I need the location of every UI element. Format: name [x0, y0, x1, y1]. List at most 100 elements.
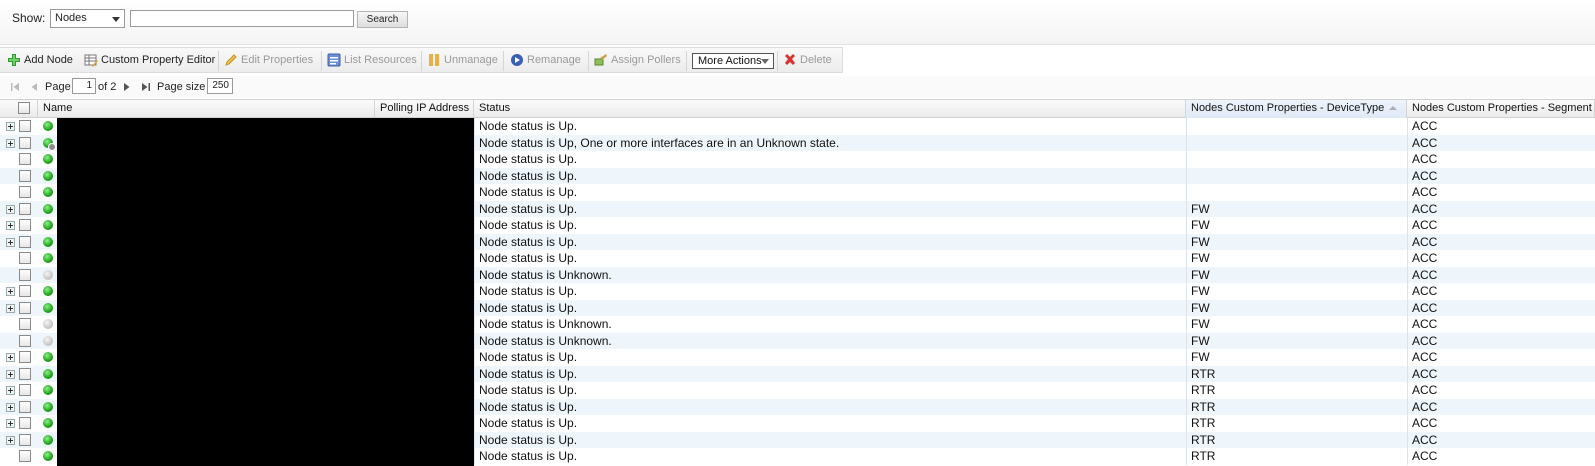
delete-button[interactable]: Delete — [783, 48, 841, 74]
row-checkbox[interactable] — [19, 301, 31, 314]
column-divider — [1186, 167, 1187, 184]
node-status-icon — [43, 368, 53, 379]
expand-row-icon[interactable] — [6, 353, 15, 362]
add-node-label: Add Node — [24, 54, 73, 66]
search-button[interactable]: Search — [357, 11, 408, 28]
row-checkbox[interactable] — [19, 169, 31, 182]
segment-cell: ACC — [1412, 416, 1438, 430]
row-checkbox[interactable] — [19, 285, 31, 297]
column-header-device-type-label: Nodes Custom Properties - DeviceType — [1191, 102, 1385, 114]
row-checkbox[interactable] — [19, 367, 31, 380]
show-type-select[interactable]: Nodes — [50, 9, 125, 28]
prev-page-icon[interactable] — [29, 82, 39, 92]
node-status-icon — [43, 121, 53, 131]
row-checkbox[interactable] — [19, 153, 31, 165]
column-divider — [474, 332, 475, 349]
expand-row-icon[interactable] — [6, 303, 15, 313]
more-actions-dropdown[interactable]: More Actions — [692, 53, 774, 69]
next-page-icon[interactable] — [122, 82, 132, 92]
row-checkbox[interactable] — [19, 186, 31, 198]
node-status-icon — [43, 154, 53, 164]
column-header-polling-ip[interactable]: Polling IP Address — [375, 100, 474, 118]
column-divider — [474, 118, 475, 135]
row-checkbox[interactable] — [19, 318, 31, 330]
column-divider — [1407, 233, 1408, 250]
search-input[interactable] — [130, 10, 354, 27]
column-divider — [1186, 217, 1187, 234]
expand-row-icon[interactable] — [6, 138, 15, 148]
column-divider — [1407, 299, 1408, 316]
row-checkbox[interactable] — [19, 120, 31, 132]
expand-row-icon[interactable] — [6, 435, 15, 445]
expand-row-icon[interactable] — [6, 237, 15, 247]
column-divider — [1407, 266, 1408, 283]
list-resources-button[interactable]: List Resources — [327, 48, 417, 74]
add-node-button[interactable]: Add Node — [7, 48, 73, 74]
column-divider — [1186, 250, 1187, 267]
row-checkbox[interactable] — [19, 136, 31, 149]
unmanage-button[interactable]: Unmanage — [427, 48, 499, 74]
unmanage-label: Unmanage — [444, 54, 498, 66]
status-cell: Node status is Up. — [479, 119, 578, 133]
row-checkbox[interactable] — [19, 417, 31, 429]
node-status-icon — [43, 401, 53, 412]
column-divider — [474, 299, 475, 316]
row-checkbox[interactable] — [19, 219, 31, 231]
expand-row-icon[interactable] — [6, 402, 15, 412]
last-page-icon[interactable] — [141, 82, 151, 92]
row-checkbox[interactable] — [19, 235, 31, 248]
segment-cell: ACC — [1412, 449, 1438, 463]
segment-cell: ACC — [1412, 201, 1438, 216]
column-divider — [1407, 398, 1408, 415]
expand-row-icon[interactable] — [6, 287, 15, 296]
column-header-device-type[interactable]: Nodes Custom Properties - DeviceType — [1186, 100, 1407, 118]
column-header-status[interactable]: Status — [474, 100, 1186, 118]
status-cell: Node status is Up. — [479, 383, 578, 397]
row-checkbox[interactable] — [19, 252, 31, 264]
expand-row-icon[interactable] — [6, 369, 15, 379]
remanage-button[interactable]: Remanage — [510, 48, 590, 74]
column-divider — [1407, 448, 1408, 465]
page-count-label: of 2 — [98, 81, 117, 93]
column-divider — [474, 415, 475, 432]
row-checkbox[interactable] — [19, 433, 31, 446]
column-header-segment[interactable]: Nodes Custom Properties - Segment — [1407, 100, 1595, 118]
edit-properties-button[interactable]: Edit Properties — [224, 48, 319, 74]
row-checkbox[interactable] — [19, 268, 31, 281]
column-divider — [1407, 415, 1408, 432]
custom-property-editor-button[interactable]: Custom Property Editor — [84, 48, 215, 74]
column-divider — [1407, 332, 1408, 349]
status-cell: Node status is Up. — [479, 300, 578, 315]
row-checkbox[interactable] — [19, 334, 31, 347]
row-checkbox[interactable] — [19, 202, 31, 215]
toolbar-divider — [218, 51, 219, 71]
expand-row-icon[interactable] — [6, 204, 15, 214]
expand-row-icon[interactable] — [6, 419, 15, 428]
expand-row-icon[interactable] — [6, 221, 15, 230]
expand-row-icon[interactable] — [6, 386, 15, 395]
assign-pollers-label: Assign Pollers — [611, 54, 681, 66]
column-divider — [1407, 184, 1408, 201]
row-checkbox[interactable] — [19, 351, 31, 363]
column-divider — [474, 184, 475, 201]
status-cell: Node status is Up. — [479, 432, 578, 447]
expand-row-icon[interactable] — [6, 122, 15, 131]
page-size-input[interactable]: 250 — [207, 78, 233, 94]
segment-cell: ACC — [1412, 251, 1438, 265]
pencil-icon — [225, 54, 237, 66]
row-checkbox[interactable] — [19, 450, 31, 462]
column-header-name[interactable]: Name — [38, 100, 375, 118]
segment-cell: ACC — [1412, 119, 1438, 133]
row-checkbox[interactable] — [19, 400, 31, 413]
column-divider — [474, 151, 475, 168]
select-all-checkbox[interactable] — [18, 102, 30, 114]
row-checkbox[interactable] — [19, 384, 31, 396]
assign-pollers-button[interactable]: Assign Pollers — [594, 48, 686, 74]
column-divider — [1407, 431, 1408, 448]
status-cell: Node status is Up. — [479, 416, 578, 430]
first-page-icon[interactable] — [10, 82, 20, 92]
page-number-input[interactable]: 1 — [72, 78, 96, 94]
node-status-icon — [43, 269, 53, 280]
redacted-name-ip-block — [57, 118, 474, 466]
segment-cell: ACC — [1412, 152, 1438, 166]
